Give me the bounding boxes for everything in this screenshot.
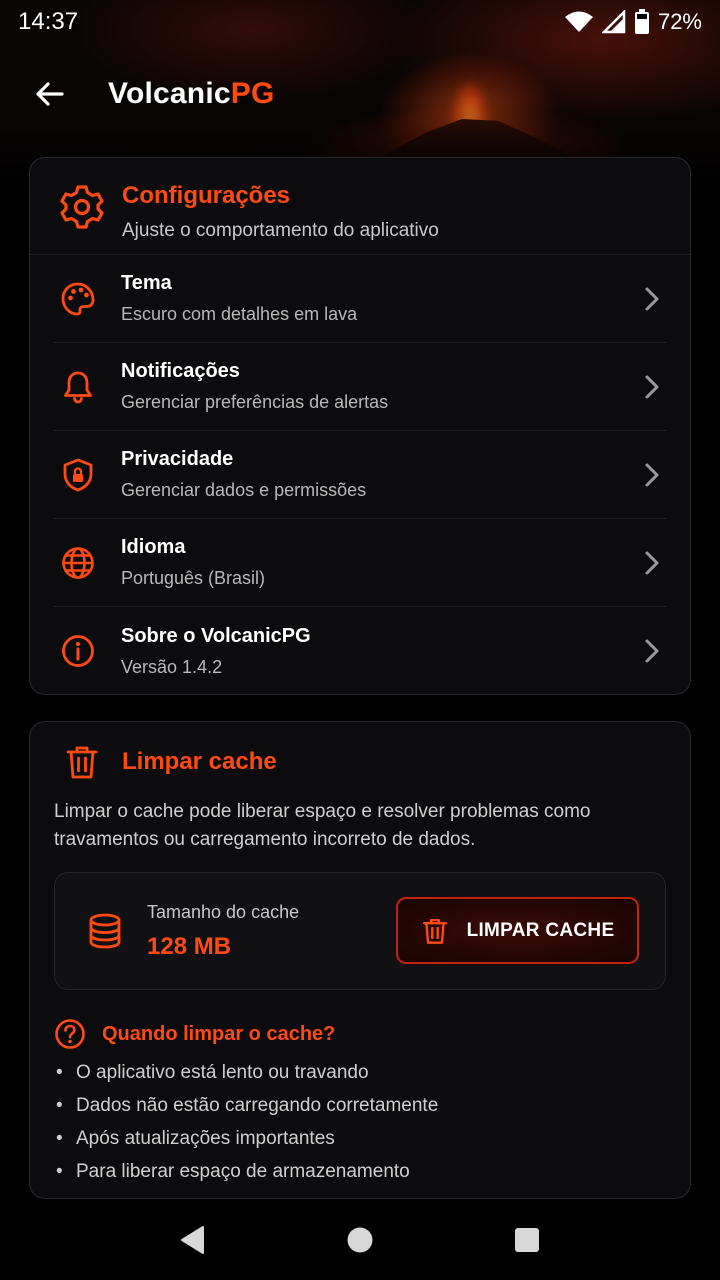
chevron-right-icon (645, 551, 659, 574)
setting-item-tema[interactable]: Tema Escuro com detalhes em lava (54, 255, 666, 343)
setting-subtitle: Português (Brasil) (121, 568, 266, 588)
cache-size-label: Tamanho do cache (147, 901, 300, 922)
bell-icon (64, 371, 92, 403)
cache-card: Limpar cache Limpar o cache pode liberar… (29, 721, 691, 1199)
setting-subtitle: Gerenciar dados e permissões (121, 480, 367, 500)
system-navigation-bar (0, 1200, 720, 1280)
cache-header: Limpar cache (30, 722, 690, 780)
app-title-accent: PG (230, 77, 275, 110)
settings-header: Configurações Ajuste o comportamento do … (30, 158, 690, 255)
setting-title: Privacidade (121, 448, 234, 470)
app-title-main: Volcanic (108, 77, 231, 110)
chevron-right-icon (645, 463, 659, 486)
nav-home-button[interactable] (330, 1210, 390, 1270)
status-icons: 72% (564, 9, 702, 35)
setting-title: Notificações (121, 360, 240, 382)
question-icon (55, 1019, 85, 1049)
globe-icon (62, 546, 94, 579)
when-to-clear-list: • O aplicativo está lento ou travando • Da… (56, 1056, 438, 1188)
database-icon (89, 913, 121, 949)
app-title: VolcanicPG (108, 77, 275, 111)
setting-title: Sobre o VolcanicPG (121, 624, 311, 647)
signal-icon (601, 10, 626, 34)
settings-card: Configurações Ajuste o comportamento do … (29, 157, 691, 695)
list-item: • O aplicativo está lento ou travando (56, 1062, 369, 1083)
setting-subtitle: Escuro com detalhes em lava (121, 304, 358, 324)
palette-icon (61, 282, 95, 315)
app-bar: VolcanicPG (0, 60, 720, 128)
cache-title: Limpar cache (122, 748, 277, 775)
when-to-clear-title: Quando limpar o cache? (102, 1022, 336, 1045)
chevron-right-icon (645, 639, 659, 663)
wifi-icon (564, 11, 593, 32)
list-item: • Após atualizações importantes (56, 1128, 335, 1149)
clear-cache-button[interactable]: LIMPAR CACHE (396, 897, 639, 964)
status-bar: 14:37 72% (0, 0, 720, 44)
list-item: • Dados não estão carregando corretamente (56, 1095, 439, 1116)
setting-subtitle: Versão 1.4.2 (121, 656, 223, 677)
chevron-right-icon (645, 375, 659, 398)
chevron-right-icon (645, 287, 659, 310)
nav-recents-button[interactable] (497, 1210, 557, 1270)
battery-icon (634, 9, 649, 34)
shield-lock-icon (63, 458, 93, 491)
nav-back-button[interactable] (163, 1210, 223, 1270)
setting-title: Idioma (121, 536, 186, 558)
back-button[interactable] (20, 64, 80, 124)
setting-item-sobre[interactable]: Sobre o VolcanicPG Versão 1.4.2 (54, 607, 666, 695)
clear-cache-button-label: LIMPAR CACHE (466, 919, 615, 941)
list-item: • Para liberar espaço de armazenamento (56, 1161, 410, 1182)
arrow-left-icon (36, 82, 64, 106)
settings-title: Configurações (122, 182, 291, 209)
when-to-clear-header: Quando limpar o cache? (54, 1018, 335, 1050)
square-recents-icon (514, 1228, 539, 1252)
info-icon (62, 635, 94, 667)
trash-icon (422, 918, 447, 944)
status-time: 14:37 (18, 8, 79, 35)
cache-size-value: 128 MB (147, 932, 232, 960)
settings-subtitle: Ajuste o comportamento do aplicativo (122, 220, 439, 241)
setting-subtitle: Gerenciar preferências de alertas (121, 392, 389, 412)
gear-icon (60, 185, 104, 229)
setting-title: Tema (121, 272, 172, 294)
cache-size-panel: Tamanho do cache 128 MB LIMPAR CACHE (54, 872, 666, 990)
setting-item-privacidade[interactable]: Privacidade Gerenciar dados e permissões (54, 431, 666, 519)
setting-item-notificacoes[interactable]: Notificações Gerenciar preferências de a… (54, 343, 666, 431)
triangle-back-icon (181, 1226, 205, 1254)
setting-item-idioma[interactable]: Idioma Português (Brasil) (54, 519, 666, 607)
trash-icon (66, 746, 98, 779)
cache-description: Limpar o cache pode liberar espaço e res… (54, 801, 591, 850)
battery-percent: 72% (657, 9, 702, 34)
circle-home-icon (347, 1227, 373, 1253)
